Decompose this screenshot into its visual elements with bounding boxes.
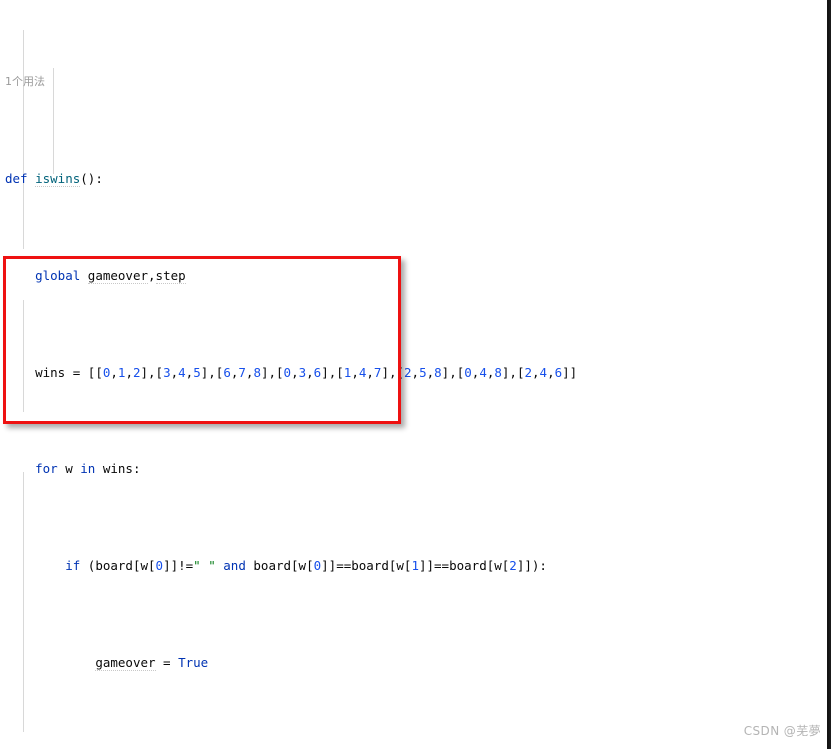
code-token: , <box>426 364 435 380</box>
number: 2 <box>404 364 412 380</box>
code-token: (): <box>80 171 103 187</box>
number: 2 <box>509 557 517 573</box>
number: 5 <box>193 364 201 380</box>
number: 3 <box>298 364 307 380</box>
number: 5 <box>419 364 427 380</box>
var-w: w <box>65 461 81 477</box>
number: 1 <box>411 557 419 573</box>
csdn-watermark: CSDN @芜夢 <box>743 724 821 738</box>
number: 0 <box>464 364 472 380</box>
number: 0 <box>283 364 292 380</box>
code-editor-pane[interactable]: 1个用法 def iswins(): global gameover,step … <box>0 0 819 749</box>
code-token: , <box>411 364 420 380</box>
code-token: ],[ <box>441 364 465 380</box>
code-token: ],[ <box>381 364 405 380</box>
code-token: board[w[ <box>253 557 314 573</box>
code-token: ],[ <box>321 364 344 380</box>
number: 0 <box>155 557 164 573</box>
code-line[interactable]: wins = [[0,1,2],[3,4,5],[6,7,8],[0,3,6],… <box>0 363 819 382</box>
var-wins: wins = [[ <box>35 364 103 380</box>
code-token: ],[ <box>140 364 164 380</box>
number: 8 <box>434 364 442 380</box>
number: 6 <box>223 364 231 380</box>
keyword-global: global <box>35 267 88 283</box>
code-token: , <box>125 364 133 380</box>
number: 8 <box>494 364 502 380</box>
number: 0 <box>313 557 322 573</box>
code-line[interactable]: def iswins(): <box>0 169 819 188</box>
code-line[interactable]: for w in wins: <box>0 459 819 478</box>
window-right-border <box>827 0 829 749</box>
var-gameover: gameover <box>87 267 149 284</box>
code-token: , <box>110 364 118 380</box>
code-token: ]]): <box>516 557 547 573</box>
number: 3 <box>163 364 171 380</box>
code-token: ]]==board[w[ <box>418 557 510 573</box>
number: 4 <box>178 364 186 380</box>
code-token: ],[ <box>501 364 525 380</box>
var-step: step <box>155 267 186 284</box>
code-line[interactable]: global gameover,step <box>0 266 819 285</box>
number: 6 <box>554 364 563 380</box>
keyword-if: if <box>65 557 88 573</box>
number: 7 <box>238 364 246 380</box>
hint-text: 1个用法 <box>5 75 45 89</box>
function-name-iswins[interactable]: iswins <box>35 171 81 188</box>
code-token: , <box>532 364 540 380</box>
code-token: , <box>170 364 179 380</box>
number: 4 <box>539 364 548 380</box>
code-vision-hint[interactable]: 1个用法 <box>0 72 819 91</box>
string-literal: " " <box>193 557 216 573</box>
keyword-true: True <box>178 654 209 670</box>
keyword-and: and <box>223 557 254 573</box>
code-token: ]]!= <box>163 557 194 573</box>
number: 8 <box>253 364 261 380</box>
var-gameover: gameover <box>95 654 156 671</box>
code-token: , <box>547 364 555 380</box>
keyword-def: def <box>5 171 36 187</box>
code-token: = <box>155 654 179 670</box>
keyword-for: for <box>35 461 66 477</box>
code-editor-screenshot: 1个用法 def iswins(): global gameover,step … <box>0 0 831 749</box>
code-token: , <box>366 364 374 380</box>
code-line[interactable]: gameover = True <box>0 653 819 672</box>
code-token: ]]==board[w[ <box>321 557 412 573</box>
code-token: ]] <box>562 364 578 380</box>
code-content[interactable]: 1个用法 def iswins(): global gameover,step … <box>0 0 819 749</box>
code-token: , <box>148 267 156 283</box>
number: 2 <box>524 364 533 380</box>
var-wins-ref: wins: <box>102 461 141 477</box>
number: 4 <box>479 364 487 380</box>
code-token: , <box>351 364 359 380</box>
number: 2 <box>132 364 141 380</box>
code-token: (board[w[ <box>87 557 156 573</box>
code-token: , <box>291 364 299 380</box>
code-line[interactable]: if (board[w[0]]!=" " and board[w[0]]==bo… <box>0 556 819 575</box>
keyword-in: in <box>80 461 103 477</box>
code-token: ],[ <box>260 364 284 380</box>
code-token: , <box>306 364 314 380</box>
code-token: ],[ <box>200 364 224 380</box>
